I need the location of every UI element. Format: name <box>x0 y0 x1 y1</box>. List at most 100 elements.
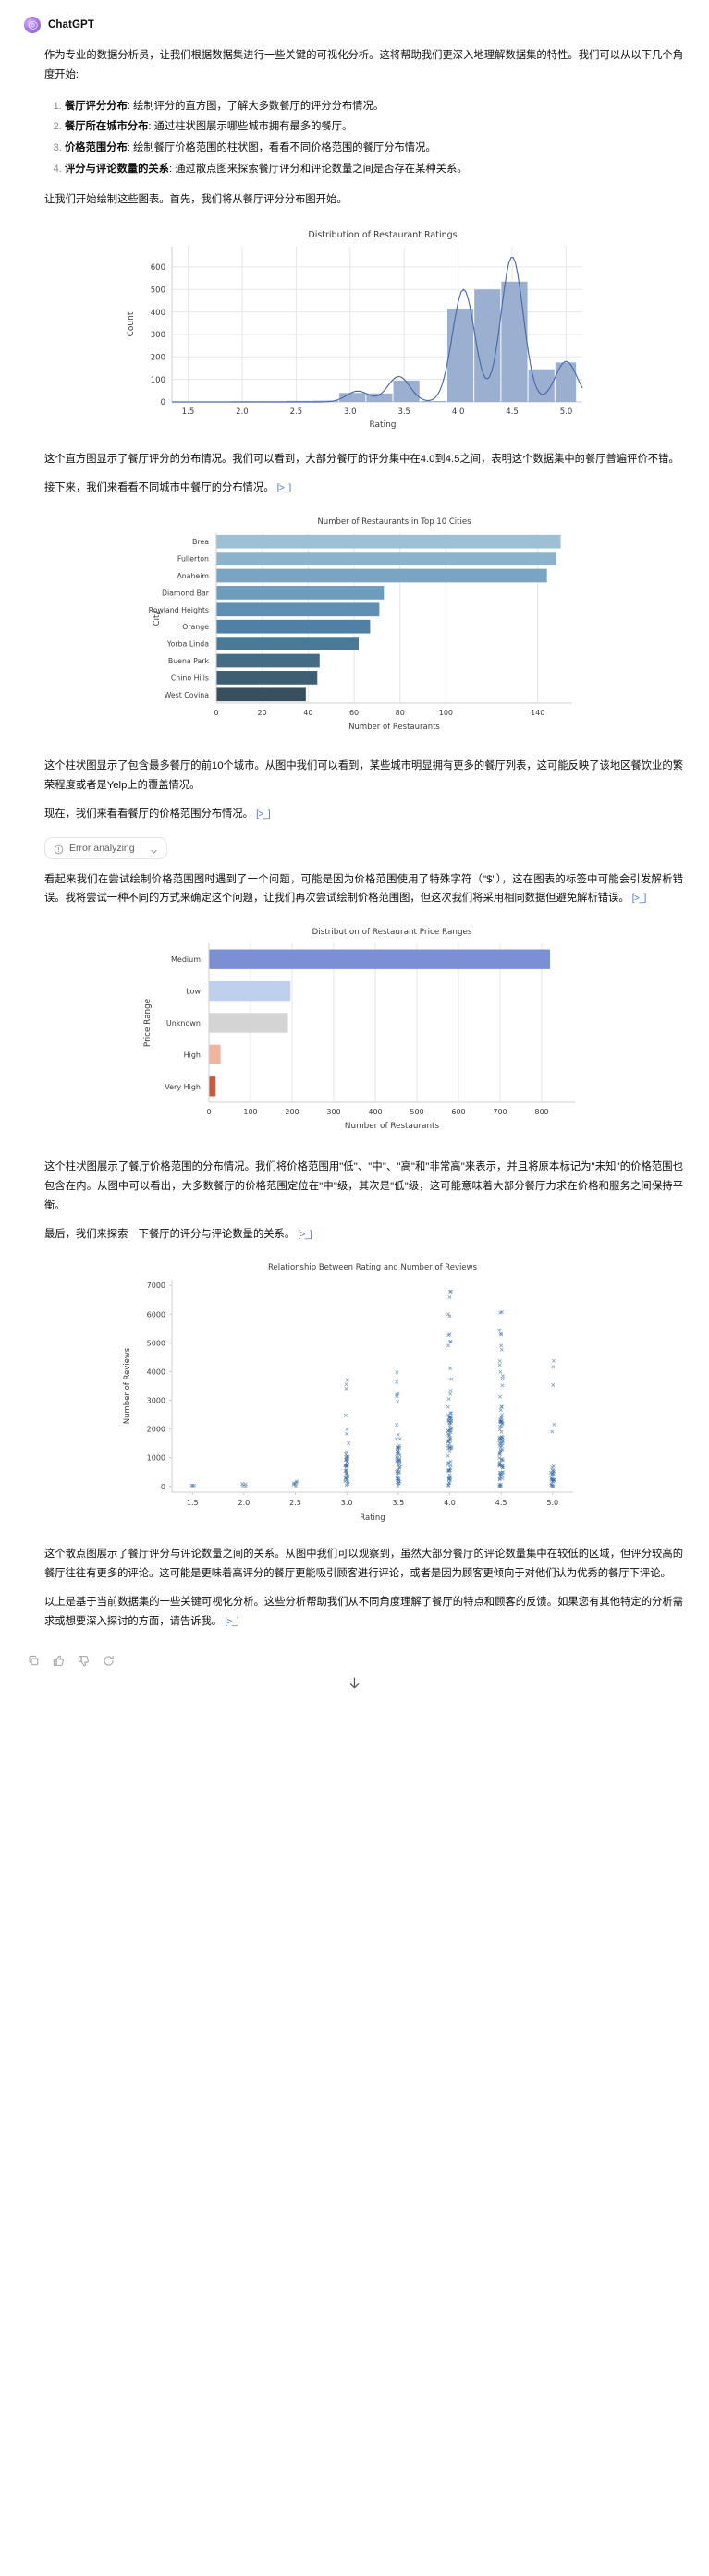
after-histogram-paragraph: 这个直方图显示了餐厅评分的分布情况。我们可以看到，大部分餐厅的评分集中在4.0到… <box>44 454 679 466</box>
svg-text:4.5: 4.5 <box>506 407 519 417</box>
svg-text:Yorba Linda: Yorba Linda <box>165 639 208 648</box>
svg-text:4.0: 4.0 <box>451 407 464 417</box>
svg-text:700: 700 <box>493 1108 507 1116</box>
svg-text:2.5: 2.5 <box>289 1499 301 1507</box>
error-analyzing-label: Error analyzing <box>69 842 135 854</box>
svg-text:400: 400 <box>368 1108 382 1116</box>
openai-logo-icon <box>24 17 41 33</box>
chevron-down-icon[interactable] <box>150 844 158 854</box>
svg-text:100: 100 <box>150 376 165 385</box>
svg-text:Unknown: Unknown <box>165 1019 200 1027</box>
thumbs-down-icon[interactable] <box>78 1655 90 1667</box>
task-desc: : 通过柱状图展示哪些城市拥有最多的餐厅。 <box>148 121 353 133</box>
task-desc: : 通过散点图来探索餐厅评分和评论数量之间是否存在某种关系。 <box>168 163 468 175</box>
code-toggle-link[interactable]: [>_] <box>277 483 291 493</box>
svg-text:Distribution of Restaurant Pri: Distribution of Restaurant Price Ranges <box>312 928 471 937</box>
svg-text:West Covina: West Covina <box>164 691 209 699</box>
svg-text:3.5: 3.5 <box>397 407 410 417</box>
svg-text:Number of Restaurants: Number of Restaurants <box>348 723 440 732</box>
copy-icon[interactable] <box>28 1655 40 1667</box>
refresh-icon[interactable] <box>103 1655 115 1667</box>
intro-paragraph: 作为专业的数据分析员，让我们根据数据集进行一些关键的可视化分析。这将帮助我们更深… <box>44 50 683 80</box>
svg-text:100: 100 <box>243 1108 257 1116</box>
svg-text:City: City <box>153 610 162 626</box>
before-price-paragraph: 现在，我们来看看餐厅的价格范围分布情况。 [>_] <box>44 805 683 824</box>
error-circle-icon <box>54 843 64 855</box>
chart-city-bars: Number of Restaurants in Top 10 Cities 0 2… <box>0 506 709 747</box>
before-city-paragraph: 接下来，我们来看看不同城市中餐厅的分布情况。 [>_] <box>44 479 683 498</box>
svg-text:5000: 5000 <box>146 1339 165 1347</box>
svg-text:Very High: Very High <box>165 1083 201 1091</box>
svg-text:3.0: 3.0 <box>340 1499 352 1507</box>
svg-text:0: 0 <box>206 1108 211 1116</box>
svg-text:400: 400 <box>150 309 165 318</box>
svg-text:4.5: 4.5 <box>495 1499 507 1507</box>
svg-text:2.0: 2.0 <box>238 1499 250 1507</box>
svg-text:Relationship Between Rating an: Relationship Between Rating and Number o… <box>267 1263 477 1272</box>
thumbs-up-icon[interactable] <box>53 1655 65 1667</box>
chat-message-page: ChatGPT 作为专业的数据分析员，让我们根据数据集进行一些关键的可视化分析。… <box>0 0 709 1703</box>
svg-text:1.5: 1.5 <box>186 1499 198 1507</box>
message-content: 作为专业的数据分析员，让我们根据数据集进行一些关键的可视化分析。这将帮助我们更深… <box>0 46 709 210</box>
svg-text:Number of Reviews: Number of Reviews <box>123 1347 132 1424</box>
svg-text:Brea: Brea <box>192 538 209 546</box>
scatter-svg: Relationship Between Rating and Number o… <box>104 1253 605 1536</box>
code-toggle-link[interactable]: [>_] <box>225 1617 238 1627</box>
svg-text:7000: 7000 <box>146 1282 165 1290</box>
chart-histogram-ratings: Distribution of Restaurant Ratings 0 100 20… <box>0 219 709 442</box>
lead-in-paragraph: 让我们开始绘制这些图表。首先，我们将从餐厅评分分布图开始。 <box>44 194 348 206</box>
chart-rating-reviews-scatter: Relationship Between Rating and Number o… <box>0 1253 709 1536</box>
svg-text:80: 80 <box>395 709 404 717</box>
task-list: 餐厅评分分布: 绘制评分的直方图，了解大多数餐厅的评分分布情况。 餐厅所在城市分… <box>44 96 683 179</box>
svg-text:3.5: 3.5 <box>392 1499 404 1507</box>
svg-text:Chino Hills: Chino Hills <box>170 674 208 682</box>
code-toggle-link[interactable]: [>_] <box>298 1230 312 1240</box>
code-toggle-link[interactable]: [>_] <box>632 893 646 904</box>
after-scatter-paragraph: 这个散点图展示了餐厅评分与评论数量之间的关系。从图中我们可以观察到，虽然大部分餐… <box>44 1548 683 1579</box>
svg-text:2.0: 2.0 <box>236 407 249 417</box>
svg-text:2.5: 2.5 <box>289 407 302 417</box>
svg-text:500: 500 <box>410 1108 423 1116</box>
svg-text:5.0: 5.0 <box>559 407 572 417</box>
before-scatter-text: 最后，我们来探索一下餐厅的评分与评论数量的关系。 <box>44 1228 296 1240</box>
before-price-text: 现在，我们来看看餐厅的价格范围分布情况。 <box>44 808 253 820</box>
svg-text:500: 500 <box>150 286 165 296</box>
task-title: 价格范围分布 <box>65 141 128 153</box>
scroll-to-bottom-button[interactable] <box>0 1671 709 1703</box>
task-title: 餐厅评分分布 <box>65 100 128 112</box>
list-item: 评分与评论数量的关系: 通过散点图来探索餐厅评分和评论数量之间是否存在某种关系。 <box>65 159 683 180</box>
error-note-text: 看起来我们在尝试绘制价格范围图时遇到了一个问题，可能是因为价格范围使用了特殊字符… <box>44 873 683 905</box>
svg-text:Buena Park: Buena Park <box>167 657 209 665</box>
error-analyzing-pill[interactable]: Error analyzing <box>44 836 167 859</box>
svg-text:Rating: Rating <box>360 1513 385 1523</box>
svg-text:5.0: 5.0 <box>546 1499 558 1507</box>
code-toggle-link[interactable]: [>_] <box>256 809 270 820</box>
message-action-toolbar <box>0 1640 709 1671</box>
svg-text:Fullerton: Fullerton <box>177 554 208 563</box>
svg-text:1000: 1000 <box>146 1454 165 1463</box>
message-author: ChatGPT <box>48 19 94 30</box>
list-item: 餐厅所在城市分布: 通过柱状图展示哪些城市拥有最多的餐厅。 <box>65 116 683 138</box>
closing-paragraph: 以上是基于当前数据集的一些关键可视化分析。这些分析帮助我们从不同角度理解了餐厅的… <box>44 1593 683 1632</box>
task-title: 评分与评论数量的关系 <box>65 163 169 175</box>
svg-text:4000: 4000 <box>146 1367 165 1376</box>
before-scatter-paragraph: 最后，我们来探索一下餐厅的评分与评论数量的关系。 [>_] <box>44 1225 683 1245</box>
svg-text:0: 0 <box>160 398 165 407</box>
svg-text:300: 300 <box>150 331 165 340</box>
message-header: ChatGPT <box>0 9 709 37</box>
svg-text:60: 60 <box>348 709 358 717</box>
svg-text:Distribution of Restaurant Rat: Distribution of Restaurant Ratings <box>308 230 457 240</box>
svg-text:2000: 2000 <box>146 1425 165 1433</box>
svg-text:Low: Low <box>186 988 201 996</box>
svg-text:Number of Restaurants: Number of Restaurants <box>344 1122 439 1131</box>
chart-price-range: Distribution of Restaurant Price Ranges 0… <box>0 917 709 1149</box>
svg-text:200: 200 <box>150 354 165 363</box>
svg-text:40: 40 <box>303 709 312 717</box>
before-city-text: 接下来，我们来看看不同城市中餐厅的分布情况。 <box>44 481 275 493</box>
after-price-paragraph: 这个柱状图展示了餐厅价格范围的分布情况。我们将价格范围用"低"、"中"、"高"和… <box>44 1161 683 1212</box>
svg-text:Diamond Bar: Diamond Bar <box>161 589 209 597</box>
histogram-svg: Distribution of Restaurant Ratings 0 100 20… <box>114 219 595 442</box>
svg-text:Orange: Orange <box>182 623 209 631</box>
task-desc: : 绘制餐厅价格范围的柱状图，看看不同价格范围的餐厅分布情况。 <box>127 141 436 153</box>
svg-text:300: 300 <box>326 1108 340 1116</box>
